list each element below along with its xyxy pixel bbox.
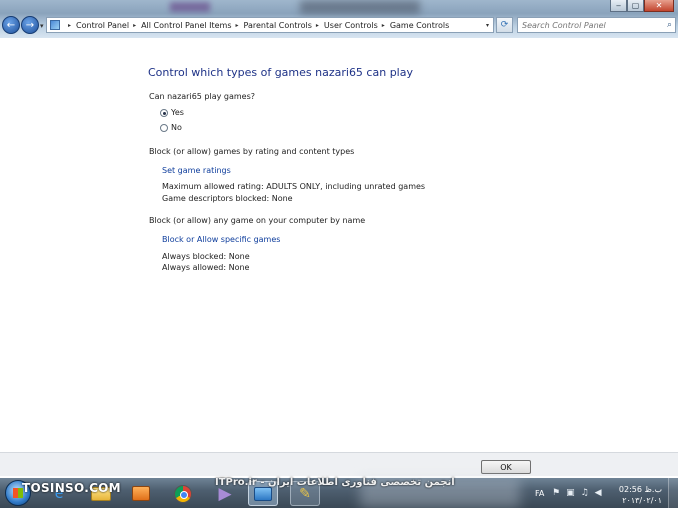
always-blocked-text: Always blocked: None — [162, 252, 250, 261]
speaker-icon[interactable]: ♫ — [581, 488, 589, 498]
section-specific-heading: Block (or allow) any game on your comput… — [149, 216, 366, 225]
breadcrumb-control-panel[interactable]: Control Panel — [76, 21, 129, 30]
window-controls: ‒ ▢ ✕ — [610, 0, 674, 12]
background-blur — [170, 2, 210, 12]
set-game-ratings-link[interactable]: Set game ratings — [162, 166, 231, 175]
forward-button[interactable]: → — [21, 16, 39, 34]
system-tray: ⚑ ▣ ♫ ◀ — [552, 488, 602, 498]
main-content: Control which types of games nazari65 ca… — [0, 38, 678, 452]
radio-yes-label[interactable]: Yes — [171, 108, 184, 117]
search-icon[interactable]: ⌕ — [667, 20, 672, 30]
radio-no[interactable] — [160, 124, 168, 132]
show-desktop-button[interactable] — [668, 478, 678, 508]
clock-date: ۲۰۱۳/۰۲/۰۱ — [622, 496, 662, 505]
search-box[interactable]: ⌕ — [517, 17, 676, 33]
dialog-footer — [0, 452, 678, 476]
taskbar-clock[interactable]: 02:56 ب.ظ ۲۰۱۳/۰۲/۰۱ — [618, 484, 662, 506]
block-allow-specific-link[interactable]: Block or Allow specific games — [162, 235, 280, 244]
volume-icon[interactable]: ◀ — [595, 488, 602, 498]
max-rating-text: Maximum allowed rating: ADULTS ONLY, inc… — [162, 182, 426, 191]
minimize-button[interactable]: ‒ — [610, 0, 627, 12]
refresh-button[interactable]: ⟳ — [496, 17, 513, 33]
chevron-right-icon[interactable]: ▸ — [382, 22, 385, 29]
refresh-icon: ⟳ — [500, 20, 509, 30]
network-icon[interactable]: ▣ — [566, 488, 575, 498]
close-button[interactable]: ✕ — [644, 0, 674, 12]
play-games-question: Can nazari65 play games? — [149, 92, 255, 101]
flag-icon[interactable]: ⚑ — [552, 488, 560, 498]
radio-no-label[interactable]: No — [171, 123, 182, 132]
address-bar[interactable]: ▸ Control Panel ▸ All Control Panel Item… — [46, 17, 494, 33]
breadcrumb-parental-controls[interactable]: Parental Controls — [244, 21, 312, 30]
media-player-icon[interactable] — [126, 481, 156, 506]
ok-button[interactable]: OK — [481, 460, 531, 474]
chrome-icon[interactable] — [168, 481, 198, 506]
back-arrow-icon: ← — [6, 19, 16, 31]
control-panel-icon — [50, 20, 60, 30]
section-rating-heading: Block (or allow) games by rating and con… — [149, 147, 355, 156]
radio-yes[interactable] — [160, 109, 168, 117]
forward-arrow-icon: → — [25, 19, 35, 31]
chevron-right-icon[interactable]: ▸ — [133, 22, 136, 29]
breadcrumb-user-controls[interactable]: User Controls — [324, 21, 378, 30]
chevron-right-icon[interactable]: ▸ — [236, 22, 239, 29]
chevron-right-icon[interactable]: ▸ — [316, 22, 319, 29]
background-blur — [300, 0, 420, 14]
address-dropdown-icon[interactable]: ▾ — [486, 22, 489, 29]
clock-time: 02:56 ب.ظ — [618, 485, 662, 494]
watermark-left: TOSINSO.COM — [22, 481, 121, 495]
chevron-right-icon[interactable]: ▸ — [68, 22, 71, 29]
search-input[interactable] — [518, 18, 658, 32]
recent-pages-dropdown-icon[interactable]: ▾ — [40, 22, 44, 30]
descriptors-blocked-text: Game descriptors blocked: None — [162, 194, 293, 203]
always-allowed-text: Always allowed: None — [162, 263, 250, 272]
maximize-button[interactable]: ▢ — [627, 0, 644, 12]
breadcrumb-game-controls[interactable]: Game Controls — [390, 21, 449, 30]
language-indicator[interactable]: FA — [535, 489, 544, 498]
page-title: Control which types of games nazari65 ca… — [148, 66, 413, 79]
breadcrumb-all-items[interactable]: All Control Panel Items — [141, 21, 231, 30]
watermark-center: ITPro.ir - انجمن تخصصی فناوری اطلاعات ای… — [215, 477, 455, 488]
back-button[interactable]: ← — [2, 16, 20, 34]
